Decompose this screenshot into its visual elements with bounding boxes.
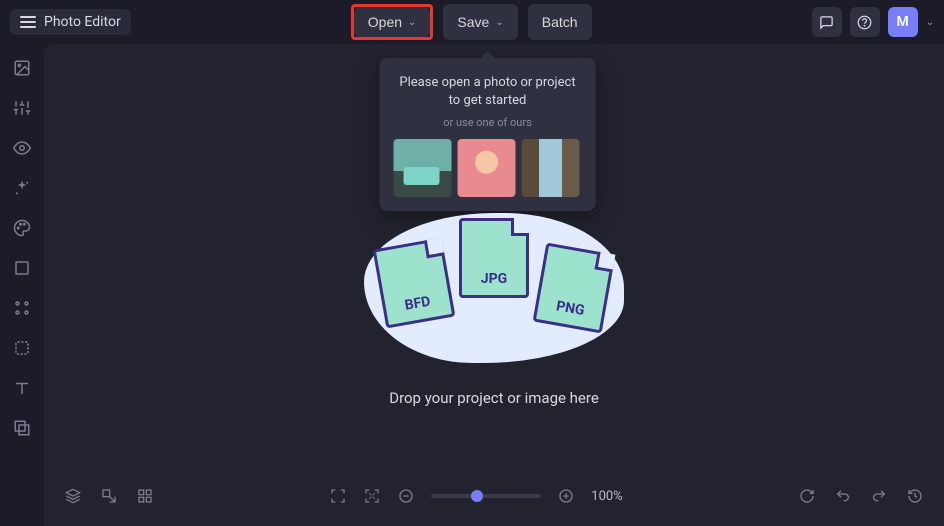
fit-button[interactable]: [363, 487, 381, 505]
zoom-out-button[interactable]: [397, 487, 415, 505]
open-button-highlight: Open ⌄: [351, 4, 434, 40]
toolbar-right: M ⌄: [812, 7, 934, 37]
batch-button[interactable]: Batch: [528, 4, 592, 40]
grid-view-button[interactable]: [136, 487, 154, 505]
app-title: Photo Editor: [44, 14, 121, 30]
eye-icon[interactable]: [12, 138, 32, 158]
open-button[interactable]: Open ⌄: [354, 7, 431, 37]
image-icon[interactable]: [12, 58, 32, 78]
overlay-icon[interactable]: [12, 418, 32, 438]
zoom-knob[interactable]: [471, 490, 483, 502]
open-label: Open: [368, 14, 402, 30]
zoom-in-button[interactable]: [557, 487, 575, 505]
save-button[interactable]: Save ⌄: [443, 4, 517, 40]
save-label: Save: [457, 14, 489, 30]
bottombar-left: [64, 487, 154, 505]
sidebar: [0, 44, 44, 466]
drop-illustration: BFD JPG PNG: [364, 213, 624, 363]
drop-hint: Drop your project or image here: [389, 389, 599, 407]
sliders-icon[interactable]: [12, 98, 32, 118]
text-icon[interactable]: [12, 378, 32, 398]
hamburger-icon: [20, 16, 36, 28]
zoom-slider[interactable]: [431, 494, 541, 498]
chevron-down-icon[interactable]: ⌄: [926, 17, 934, 28]
popover-samples: [394, 139, 582, 197]
avatar[interactable]: M: [888, 7, 918, 37]
sparkle-icon[interactable]: [12, 178, 32, 198]
compare-button[interactable]: [100, 487, 118, 505]
canvas-area[interactable]: Please open a photo or project to get st…: [44, 44, 944, 466]
sample-thumb-van[interactable]: [394, 139, 452, 197]
fullscreen-button[interactable]: [329, 487, 347, 505]
chat-icon: [819, 15, 834, 30]
sample-thumb-city[interactable]: [522, 139, 580, 197]
bottombar-center: 100%: [154, 487, 798, 505]
avatar-initial: M: [896, 14, 908, 30]
open-popover: Please open a photo or project to get st…: [380, 58, 596, 211]
refresh-button[interactable]: [798, 487, 816, 505]
grid-icon[interactable]: [12, 298, 32, 318]
crop-icon[interactable]: [12, 258, 32, 278]
redo-button[interactable]: [870, 487, 888, 505]
popover-title: Please open a photo or project to get st…: [394, 74, 582, 110]
help-icon: [857, 15, 872, 30]
palette-icon[interactable]: [12, 218, 32, 238]
filecard-bfd: BFD: [373, 238, 456, 329]
batch-label: Batch: [542, 14, 578, 30]
chevron-down-icon: ⌄: [495, 17, 503, 28]
toolbar-center: Open ⌄ Save ⌄ Batch: [131, 4, 812, 40]
chevron-down-icon: ⌄: [408, 17, 416, 28]
app-menu[interactable]: Photo Editor: [10, 9, 131, 35]
bottombar-right: [798, 487, 924, 505]
filecard-png: PNG: [533, 243, 616, 334]
zoom-value: 100%: [591, 489, 622, 504]
filecard-jpg: JPG: [459, 218, 529, 298]
sample-thumb-face[interactable]: [458, 139, 516, 197]
help-button[interactable]: [850, 7, 880, 37]
undo-button[interactable]: [834, 487, 852, 505]
top-bar: Photo Editor Open ⌄ Save ⌄ Batch M ⌄: [0, 0, 944, 44]
feedback-button[interactable]: [812, 7, 842, 37]
history-button[interactable]: [906, 487, 924, 505]
shapes-icon[interactable]: [12, 338, 32, 358]
popover-subtitle: or use one of ours: [394, 116, 582, 129]
layers-button[interactable]: [64, 487, 82, 505]
bottom-bar: 100%: [44, 466, 944, 526]
